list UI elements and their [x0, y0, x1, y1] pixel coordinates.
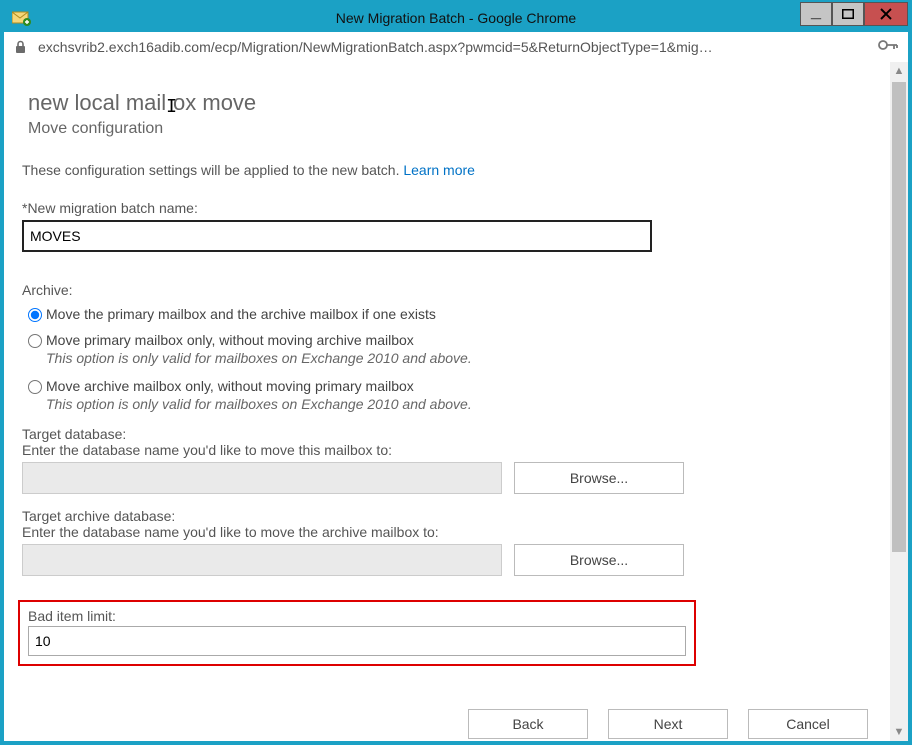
- scrollbar[interactable]: ▲ ▼: [890, 62, 908, 741]
- scroll-down-arrow[interactable]: ▼: [890, 723, 908, 741]
- url-text[interactable]: exchsvrib2.exch16adib.com/ecp/Migration/…: [38, 39, 868, 55]
- target-archive-db-block: Target archive database: Enter the datab…: [22, 508, 866, 576]
- browse-target-db-button[interactable]: Browse...: [514, 462, 684, 494]
- learn-more-link[interactable]: Learn more: [403, 162, 475, 178]
- radio-label: Move archive mailbox only, without movin…: [46, 378, 414, 394]
- radio-sub-text: This option is only valid for mailboxes …: [46, 350, 866, 366]
- cancel-button[interactable]: Cancel: [748, 709, 868, 739]
- form-content: new local mailIox move Move configuratio…: [4, 62, 890, 741]
- bad-item-limit-highlight: Bad item limit:: [18, 600, 696, 666]
- radio-option-primary-and-archive[interactable]: Move the primary mailbox and the archive…: [28, 306, 866, 322]
- target-archive-db-label: Target archive database:: [22, 508, 866, 524]
- page-title: new local mailIox move: [28, 90, 866, 116]
- radio-label: Move the primary mailbox and the archive…: [46, 306, 436, 322]
- key-icon[interactable]: [878, 38, 898, 56]
- target-db-hint: Enter the database name you'd like to mo…: [22, 442, 866, 458]
- radio-primary-and-archive[interactable]: [28, 308, 42, 322]
- target-db-input[interactable]: [22, 462, 502, 494]
- page-subtitle: Move configuration: [28, 120, 866, 138]
- app-icon: [10, 8, 34, 28]
- titlebar: New Migration Batch - Google Chrome _: [4, 4, 908, 32]
- archive-label: Archive:: [22, 282, 866, 298]
- radio-primary-only[interactable]: [28, 334, 42, 348]
- scroll-up-arrow[interactable]: ▲: [890, 62, 908, 80]
- chrome-window: New Migration Batch - Google Chrome _ ex…: [0, 0, 912, 745]
- batch-name-input[interactable]: [22, 220, 652, 252]
- window-controls: _: [800, 2, 908, 26]
- target-archive-db-input[interactable]: [22, 544, 502, 576]
- wizard-footer: Back Next Cancel: [468, 709, 868, 741]
- browse-target-archive-db-button[interactable]: Browse...: [514, 544, 684, 576]
- bad-item-label: Bad item limit:: [28, 608, 686, 624]
- scroll-thumb[interactable]: [892, 82, 906, 552]
- radio-label: Move primary mailbox only, without movin…: [46, 332, 414, 348]
- target-db-block: Target database: Enter the database name…: [22, 426, 866, 494]
- content-area: new local mailIox move Move configuratio…: [4, 62, 908, 741]
- address-bar: exchsvrib2.exch16adib.com/ecp/Migration/…: [4, 32, 908, 62]
- close-button[interactable]: [864, 2, 908, 26]
- radio-option-primary-only[interactable]: Move primary mailbox only, without movin…: [28, 332, 866, 348]
- window-title: New Migration Batch - Google Chrome: [336, 10, 576, 26]
- minimize-button[interactable]: _: [800, 2, 832, 26]
- bad-item-limit-input[interactable]: [28, 626, 686, 656]
- intro-text: These configuration settings will be app…: [22, 162, 866, 178]
- radio-option-archive-only[interactable]: Move archive mailbox only, without movin…: [28, 378, 866, 394]
- maximize-button[interactable]: [832, 2, 864, 26]
- target-db-label: Target database:: [22, 426, 866, 442]
- radio-archive-only[interactable]: [28, 380, 42, 394]
- batch-name-label: *New migration batch name:: [22, 200, 866, 216]
- lock-icon: [14, 40, 28, 54]
- target-archive-db-hint: Enter the database name you'd like to mo…: [22, 524, 866, 540]
- next-button[interactable]: Next: [608, 709, 728, 739]
- back-button[interactable]: Back: [468, 709, 588, 739]
- radio-sub-text: This option is only valid for mailboxes …: [46, 396, 866, 412]
